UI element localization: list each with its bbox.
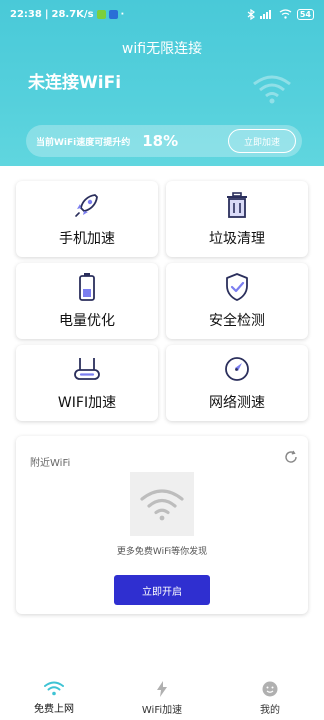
status-bar: 22:38 | 28.7K/s · 54 (0, 0, 324, 28)
nav-label: WiFi加速 (141, 704, 183, 716)
feature-card-security-check[interactable]: 安全检测 (166, 263, 308, 339)
nav-item-wifi-boost[interactable]: WiFi加速 (108, 676, 216, 720)
battery-indicator: 54 (296, 8, 314, 20)
signal-icon (259, 10, 271, 19)
status-time: 22:38 (10, 8, 42, 20)
router-icon (74, 358, 100, 380)
status-net-speed: 28.7K/s (51, 8, 94, 20)
feature-label: 网络测速 (209, 395, 265, 411)
wifi-background-icon (253, 75, 291, 104)
nearby-wifi-panel: 附近WiFi 更多免费WiFi等你发现 立即开启 (16, 436, 308, 614)
feature-card-junk-clean[interactable]: 垃圾清理 (166, 181, 308, 257)
nav-item-mine[interactable]: 我的 (216, 676, 324, 720)
nav-label: 我的 (260, 704, 280, 716)
feature-label: 电量优化 (59, 313, 115, 329)
wifi-icon (140, 489, 184, 521)
bluetooth-icon (247, 8, 255, 20)
accelerate-now-button[interactable]: 立即加速 (228, 129, 296, 153)
connection-status: 未连接WiFi (28, 73, 122, 93)
open-now-button[interactable]: 立即开启 (114, 575, 210, 605)
feature-card-wifi-boost[interactable]: WIFI加速 (16, 345, 158, 421)
status-right: 54 (247, 8, 314, 20)
nearby-wifi-title: 附近WiFi (30, 458, 71, 469)
battery-icon (79, 273, 95, 301)
shield-check-icon (226, 273, 248, 301)
feature-card-speed-test[interactable]: 网络测速 (166, 345, 308, 421)
nav-item-free-internet[interactable]: 免费上网 (0, 676, 108, 720)
feature-card-battery-optimize[interactable]: 电量优化 (16, 263, 158, 339)
nearby-wifi-description: 更多免费WiFi等你发现 (116, 547, 208, 557)
rocket-icon (75, 194, 98, 217)
refresh-icon[interactable] (284, 450, 298, 464)
speed-boost-text: 当前WiFi速度可提升约 (36, 137, 131, 148)
wifi-placeholder-image (130, 472, 194, 536)
wifi-status-icon (279, 9, 292, 19)
notification-app-icon (108, 9, 118, 19)
feature-card-phone-boost[interactable]: 手机加速 (16, 181, 158, 257)
speedometer-icon (225, 357, 249, 381)
notification-app-icon (96, 9, 106, 19)
bottom-nav: 免费上网 WiFi加速 我的 (0, 676, 324, 720)
status-dot: · (120, 8, 125, 20)
speed-boost-percent: 18% (142, 132, 179, 150)
feature-label: WIFI加速 (57, 395, 117, 411)
wifi-icon (44, 681, 64, 696)
feature-label: 手机加速 (59, 231, 115, 247)
app-title: wifi无限连接 (121, 41, 203, 57)
status-left: 22:38 | 28.7K/s · (10, 8, 125, 20)
feature-label: 安全检测 (209, 313, 265, 329)
lightning-icon (157, 680, 167, 697)
header: 22:38 | 28.7K/s · 54 wifi无限连接 未连接WiFi 当前… (0, 0, 324, 166)
profile-icon (262, 681, 278, 696)
nav-label: 免费上网 (34, 704, 74, 715)
speed-boost-bar: 当前WiFi速度可提升约 18% 立即加速 (26, 125, 302, 157)
trash-icon (227, 192, 247, 218)
feature-label: 垃圾清理 (209, 231, 265, 247)
